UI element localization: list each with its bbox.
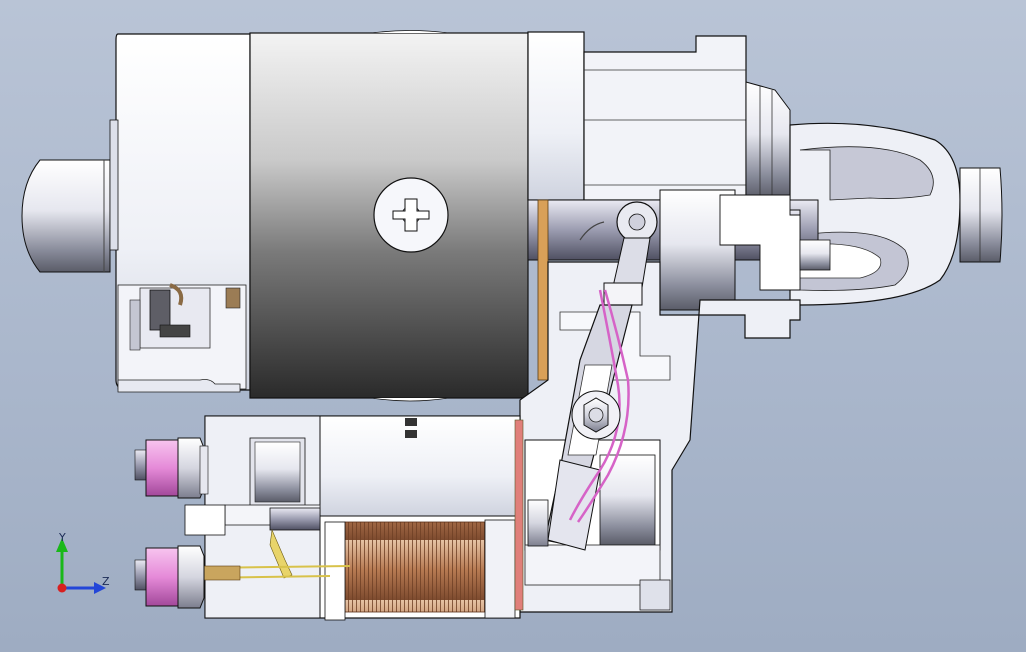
coordinate-triad [56, 538, 106, 594]
starter-motor-assembly-drawing [21, 30, 1003, 621]
battery-terminal-upper [134, 437, 209, 499]
pivot-nut [571, 390, 621, 440]
drive-end-housing [527, 31, 791, 201]
solenoid-mounting-bracket [519, 261, 801, 613]
z-axis-label: Z [102, 575, 110, 588]
cad-viewport[interactable]: Y Z [0, 0, 1026, 652]
y-axis-label: Y [59, 531, 66, 544]
motor-terminal-lower [134, 545, 205, 609]
through-bolt-head [373, 177, 449, 253]
rear-shaft [21, 159, 111, 273]
rear-end-housing [109, 33, 251, 393]
nose-housing [789, 122, 1003, 306]
x-axis-origin [57, 583, 67, 593]
solenoid-body [184, 415, 524, 621]
